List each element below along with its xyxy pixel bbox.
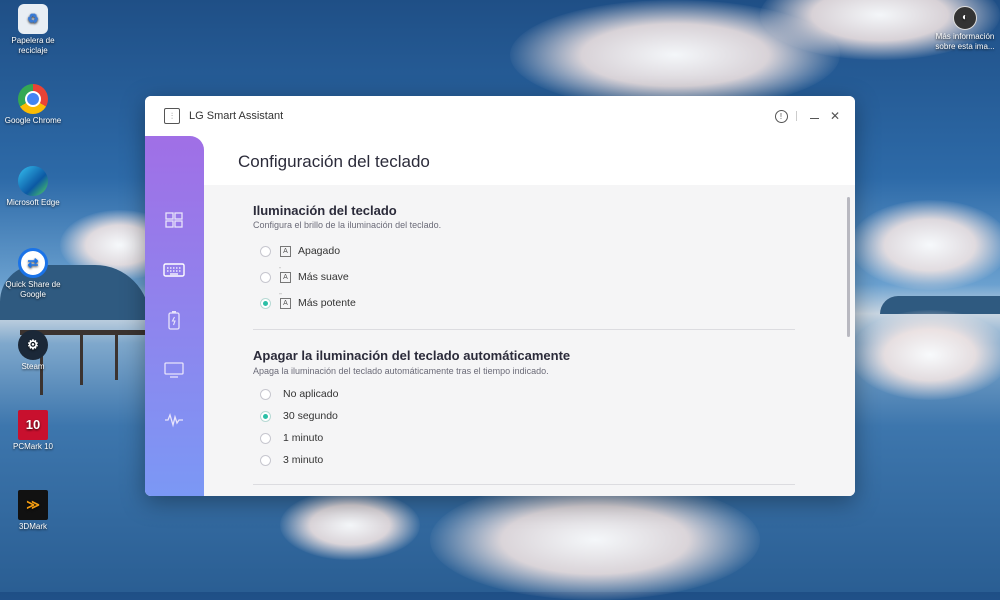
option-stronger[interactable]: ˙˙˙ A Más potente: [260, 294, 356, 311]
desktop-icon-steam[interactable]: ⚙ Steam: [0, 330, 66, 372]
section-title-keyboard-lighting: Iluminación del teclado: [253, 203, 397, 218]
sidebar-item-battery[interactable]: [161, 309, 187, 331]
option-label: 3 minuto: [283, 454, 324, 466]
radio-button[interactable]: [260, 454, 271, 466]
title-bar: ⫶ LG Smart Assistant ! ✕: [145, 96, 855, 136]
option-label: Más suave: [298, 271, 349, 283]
option-3-minutes[interactable]: 3 minuto: [260, 452, 323, 468]
light-off-icon: A: [280, 245, 291, 257]
radio-button[interactable]: [260, 432, 271, 444]
close-icon: ✕: [829, 109, 841, 123]
dashboard-icon: [165, 212, 183, 228]
app-logo-icon: ⫶: [164, 108, 180, 124]
option-not-applied[interactable]: No aplicado: [260, 386, 338, 402]
option-1-minute[interactable]: 1 minuto: [260, 430, 323, 446]
minimize-icon: [809, 117, 819, 119]
chrome-icon: [18, 84, 48, 114]
desktop-icon-pcmark[interactable]: 10 PCMark 10: [0, 410, 66, 452]
3dmark-icon: ≫: [18, 490, 48, 520]
page-header: Configuración del teclado: [204, 136, 855, 185]
section-divider: [253, 329, 795, 330]
app-title: LG Smart Assistant: [189, 110, 284, 122]
desktop-icon-label: Microsoft Edge: [6, 198, 60, 207]
radio-button-selected[interactable]: [260, 297, 271, 309]
desktop-icon-label: Papelera de reciclaje: [11, 36, 55, 55]
light-high-icon: ˙˙˙ A: [279, 294, 291, 309]
desktop-icon-edge[interactable]: Microsoft Edge: [0, 166, 66, 208]
title-separator: [796, 111, 797, 121]
battery-icon: [168, 311, 180, 330]
section-description: Apaga la iluminación del teclado automát…: [253, 366, 549, 376]
option-label: 30 segundo: [283, 410, 338, 422]
desktop-icon-quick-share[interactable]: ⇄ Quick Share de Google: [0, 248, 66, 300]
icon-letter: A: [283, 273, 288, 281]
desktop-icon-recycle-bin[interactable]: ♻ Papelera de reciclaje: [0, 4, 66, 56]
edge-icon: [18, 166, 48, 196]
desktop-icon-label: Steam: [21, 362, 45, 371]
scrollbar-thumb[interactable]: [847, 197, 850, 337]
radio-button[interactable]: [260, 271, 271, 283]
quick-share-icon: ⇄: [18, 248, 48, 278]
desktop-icon-3dmark[interactable]: ≫ 3DMark: [0, 490, 66, 532]
minimize-button[interactable]: [806, 108, 822, 124]
light-low-icon: ˙˙ A: [279, 268, 291, 283]
lg-smart-assistant-window: ⫶ LG Smart Assistant ! ✕ Configuración d…: [145, 96, 855, 496]
radio-button[interactable]: [260, 388, 271, 400]
desktop-icon-label: PCMark 10: [12, 442, 53, 451]
radio-button-selected[interactable]: [260, 410, 271, 422]
info-button[interactable]: !: [773, 108, 789, 124]
light-rays-icon: ˙˙˙: [279, 293, 283, 300]
desktop-icon-label: Más información sobre esta ima...: [935, 32, 995, 51]
steam-icon: ⚙: [18, 330, 48, 360]
desktop-icon-label: 3DMark: [18, 522, 47, 531]
sidebar: [145, 136, 204, 496]
desktop-icon-chrome[interactable]: Google Chrome: [0, 84, 66, 126]
option-label: No aplicado: [283, 388, 339, 400]
icon-letter: A: [283, 299, 288, 307]
info-icon: !: [774, 109, 788, 123]
section-divider: [253, 484, 795, 485]
option-label: Más potente: [298, 297, 356, 309]
recycle-bin-icon: ♻: [18, 4, 48, 34]
close-button[interactable]: ✕: [827, 108, 843, 124]
option-30-seconds[interactable]: 30 segundo: [260, 408, 338, 424]
section-title-auto-off: Apagar la iluminación del teclado automá…: [253, 348, 571, 363]
desktop-icon-label: Quick Share de Google: [5, 280, 61, 299]
sidebar-item-sound[interactable]: [161, 409, 187, 431]
camera-info-icon: ◐: [953, 6, 977, 30]
section-description: Configura el brillo de la iluminación de…: [253, 220, 442, 230]
desktop-icon-label: Google Chrome: [4, 116, 62, 125]
sound-icon: [165, 413, 183, 428]
keyboard-icon: [163, 263, 185, 277]
pcmark-icon: 10: [18, 410, 48, 440]
display-icon: [164, 362, 184, 378]
option-off[interactable]: A Apagado: [260, 243, 340, 259]
desktop-info-icon[interactable]: ◐ Más información sobre esta ima...: [932, 6, 998, 52]
settings-content: Iluminación del teclado Configura el bri…: [204, 185, 855, 496]
option-label: Apagado: [298, 245, 341, 257]
sidebar-item-display[interactable]: [161, 359, 187, 381]
light-rays-icon: ˙˙: [279, 267, 282, 274]
sidebar-item-keyboard[interactable]: [161, 259, 187, 281]
page-title: Configuración del teclado: [238, 152, 430, 171]
option-softer[interactable]: ˙˙ A Más suave: [260, 268, 349, 285]
option-label: 1 minuto: [283, 432, 324, 444]
radio-button[interactable]: [260, 245, 271, 257]
sidebar-item-dashboard[interactable]: [161, 209, 187, 231]
